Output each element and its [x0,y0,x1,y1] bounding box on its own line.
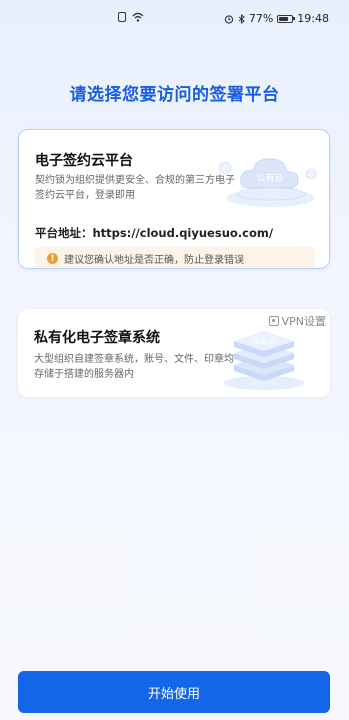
battery-icon [277,14,296,23]
private-system-card[interactable]: 私有云 VPN设置 私有化电子签章系统 大型组织自建签章系统，账号、文件、印章均… [18,309,330,397]
illustration-label: 公有云 [256,172,283,184]
battery-percent: 77% [248,12,274,25]
cloud-card-title: 电子签约云平台 [35,153,133,169]
status-bar: 77% 19:48 [0,0,349,36]
address-warning: ! 建议您确认地址是否正确，防止登录错误 [35,247,315,268]
page-title: 请选择您要访问的签署平台 [69,85,280,105]
address-value: https://cloud.qiyuesuo.com/ [92,226,274,240]
private-card-description: 大型组织自建签章系统，账号、文件、印章均存储于搭建的服务器内 [34,354,234,380]
bluetooth-icon [238,13,245,24]
cloud-platform-card[interactable]: 公有云 电子签约云平台 契约锁为组织提供更安全、合规的第三方电子签约云平台，登录… [18,129,330,269]
status-right: 77% 19:48 [224,12,329,25]
vpn-settings[interactable]: VPN设置 [268,313,326,329]
illustration-label: 私有云 [252,336,276,346]
cloud-card-description: 契约锁为组织提供更安全、合规的第三方电子签约云平台，登录即用 [35,175,235,201]
start-button[interactable]: 开始使用 [18,671,330,713]
platform-address: 平台地址：https://cloud.qiyuesuo.com/ [35,225,273,241]
sim-card-icon [118,12,126,22]
alarm-icon [224,14,234,24]
vpn-settings-label: VPN设置 [281,315,326,328]
clock: 19:48 [297,12,329,25]
status-left [118,12,144,22]
wifi-icon [132,12,144,22]
vpn-settings-icon [268,316,279,326]
warning-text: 建议您确认地址是否正确，防止登录错误 [64,255,244,266]
warning-icon: ! [47,253,58,264]
address-label: 平台地址： [35,226,93,240]
private-card-title: 私有化电子签章系统 [34,330,160,346]
